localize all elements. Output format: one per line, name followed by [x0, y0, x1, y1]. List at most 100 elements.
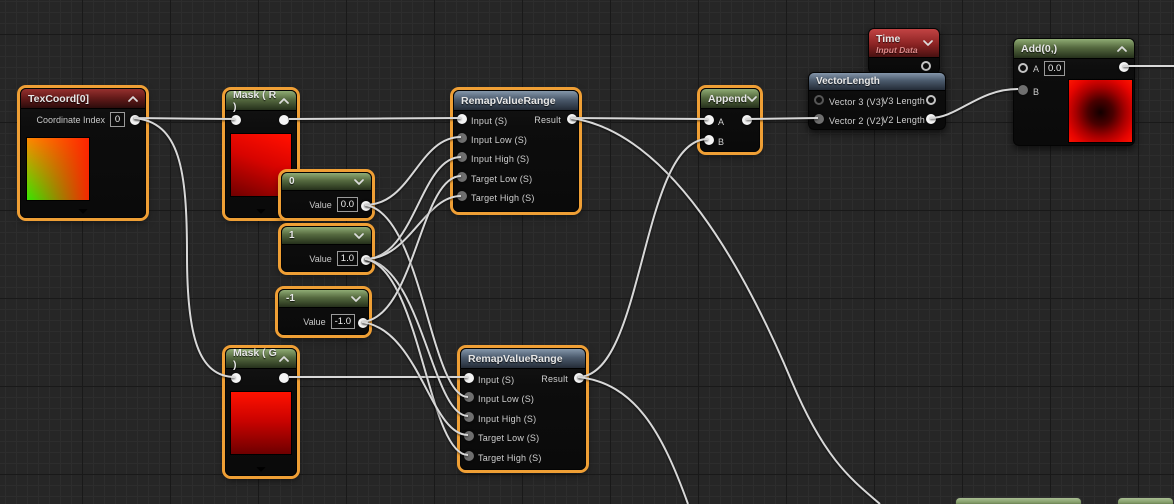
wire-constneg1-to-remap-bottom-target-low[interactable] [362, 322, 468, 435]
v3-length-output-pin[interactable] [926, 95, 936, 105]
input-pin[interactable] [231, 373, 241, 383]
node-title: RemapValueRange [461, 95, 556, 107]
result-pin[interactable] [567, 114, 577, 124]
node-remap-value-range-top[interactable]: RemapValueRange Input (S) Result Input L… [453, 90, 579, 212]
node-remap-value-range-bottom[interactable]: RemapValueRange Input (S) Result Input L… [460, 348, 586, 470]
chevron-up-icon[interactable] [279, 356, 289, 362]
node-remap-bottom-titlebar[interactable]: RemapValueRange [461, 349, 585, 369]
coordinate-index-field[interactable]: 0 [110, 112, 125, 127]
output-pin[interactable] [130, 115, 140, 125]
output-pin[interactable] [361, 255, 371, 265]
wire-texcoord-to-mask-r[interactable] [134, 118, 235, 119]
chevron-down-icon[interactable] [747, 96, 757, 102]
node-constant-0-titlebar[interactable]: 0 [282, 173, 371, 191]
node-remap-top-titlebar[interactable]: RemapValueRange [454, 91, 578, 111]
input-b-pin[interactable] [1018, 85, 1028, 95]
node-vector-length-titlebar[interactable]: VectorLength [809, 73, 945, 91]
wire-remap-top-to-append-a[interactable] [571, 118, 708, 119]
target-high-pin[interactable] [464, 451, 474, 461]
chevron-down-icon[interactable] [351, 296, 361, 302]
vector3-input-pin[interactable] [814, 95, 824, 105]
chevron-down-icon[interactable] [923, 40, 933, 46]
node-constant-1-titlebar[interactable]: 1 [282, 227, 371, 245]
input-pin[interactable] [457, 114, 467, 124]
result-label: Result [534, 115, 561, 125]
input-high-pin[interactable] [457, 152, 467, 162]
output-pin[interactable] [279, 115, 289, 125]
wire-mask-r-to-remap-top[interactable] [289, 118, 461, 119]
value-row: Value -1.0 [279, 314, 355, 329]
wire-const1-to-remap-top-target-high[interactable] [365, 196, 461, 259]
output-pin[interactable] [1119, 62, 1129, 72]
add-preview-image [1068, 79, 1133, 143]
node-mask-g[interactable]: Mask ( G ) [225, 348, 297, 476]
input-b-pin[interactable] [704, 135, 714, 145]
node-texcoord-titlebar[interactable]: TexCoord[0] [21, 89, 145, 109]
chevron-up-icon[interactable] [128, 96, 138, 102]
node-add[interactable]: Add(0,) A 0.0 B [1013, 38, 1135, 146]
pin-label: Target Low (S) [454, 169, 578, 188]
material-graph-canvas[interactable]: TexCoord[0] Coordinate Index 0 Mask ( R … [0, 0, 1174, 504]
target-high-pin[interactable] [457, 191, 467, 201]
chevron-down-icon[interactable] [77, 208, 89, 215]
node-vector-length[interactable]: VectorLength Vector 3 (V3) V3 Length Vec… [808, 72, 946, 130]
v2-length-output-pin[interactable] [926, 114, 936, 124]
node-constant-neg1[interactable]: -1 Value -1.0 [278, 289, 369, 335]
result-pin[interactable] [574, 373, 584, 383]
node-mask-r-titlebar[interactable]: Mask ( R ) [226, 91, 296, 111]
output-pin[interactable] [361, 201, 371, 211]
value-field[interactable]: -1.0 [331, 314, 355, 329]
node-constant-1[interactable]: 1 Value 1.0 [281, 226, 372, 272]
output-pin[interactable] [742, 115, 752, 125]
node-title: Mask ( R ) [233, 89, 279, 113]
wire-const1-to-remap-bottom-input-high[interactable] [365, 259, 468, 416]
input-high-pin[interactable] [464, 412, 474, 422]
chevron-up-icon[interactable] [1117, 46, 1127, 52]
node-add-titlebar[interactable]: Add(0,) [1014, 39, 1134, 59]
input-pin[interactable] [231, 115, 241, 125]
wire-texcoord-to-mask-g[interactable] [134, 118, 235, 377]
input-low-pin[interactable] [457, 133, 467, 143]
target-low-pin[interactable] [457, 172, 467, 182]
wire-remap-top-to-bottom-edge[interactable] [571, 118, 880, 504]
wire-const1-to-remap-top-input-high[interactable] [365, 157, 461, 259]
node-append[interactable]: A Append A B [700, 88, 760, 152]
chevron-down-icon[interactable] [255, 208, 267, 215]
chevron-down-icon[interactable] [354, 233, 364, 239]
pin-label: Target High (S) [454, 188, 578, 207]
input-pin[interactable] [464, 373, 474, 383]
node-constant-neg1-titlebar[interactable]: -1 [279, 290, 368, 308]
partial-node-bottom-left[interactable] [955, 497, 1082, 504]
input-a-pin[interactable] [704, 115, 714, 125]
input-low-pin[interactable] [464, 392, 474, 402]
chevron-down-icon[interactable] [354, 179, 364, 185]
value-field[interactable]: 0.0 [1044, 61, 1065, 76]
output-pin[interactable] [921, 61, 931, 71]
input-a-pin[interactable] [1018, 63, 1028, 73]
node-subtitle: Input Data [876, 45, 918, 55]
node-texcoord[interactable]: TexCoord[0] Coordinate Index 0 [20, 88, 146, 218]
output-pin[interactable] [358, 318, 368, 328]
vector2-input-pin[interactable] [814, 114, 824, 124]
partial-node-bottom-right[interactable] [1117, 497, 1174, 504]
value-label: Value [309, 254, 331, 264]
chevron-up-icon[interactable] [279, 98, 289, 104]
node-constant-0[interactable]: 0 Value 0.0 [281, 172, 372, 218]
wire-const0-to-remap-bottom-input-low[interactable] [365, 205, 468, 397]
wire-remap-bottom-to-append-b[interactable] [578, 139, 708, 377]
value-field[interactable]: 1.0 [337, 251, 358, 266]
output-pin[interactable] [279, 373, 289, 383]
node-time[interactable]: Time Input Data [868, 28, 940, 74]
pin-label: Input High (S) [461, 409, 585, 428]
wire-remap-bottom-to-bottom-edge[interactable] [578, 377, 688, 504]
wire-const1-to-remap-bottom-target-high[interactable] [365, 259, 468, 455]
value-field[interactable]: 0.0 [337, 197, 358, 212]
wire-constneg1-to-remap-top-target-low[interactable] [362, 176, 461, 322]
target-low-pin[interactable] [464, 431, 474, 441]
chevron-down-icon[interactable] [255, 466, 267, 473]
wire-const0-to-remap-top-input-low[interactable] [365, 137, 461, 205]
node-mask-g-titlebar[interactable]: Mask ( G ) [226, 349, 296, 369]
pin-label: Target Low (S) [461, 428, 585, 447]
node-append-titlebar[interactable]: A Append [701, 89, 759, 109]
node-title: -1 [286, 293, 295, 304]
